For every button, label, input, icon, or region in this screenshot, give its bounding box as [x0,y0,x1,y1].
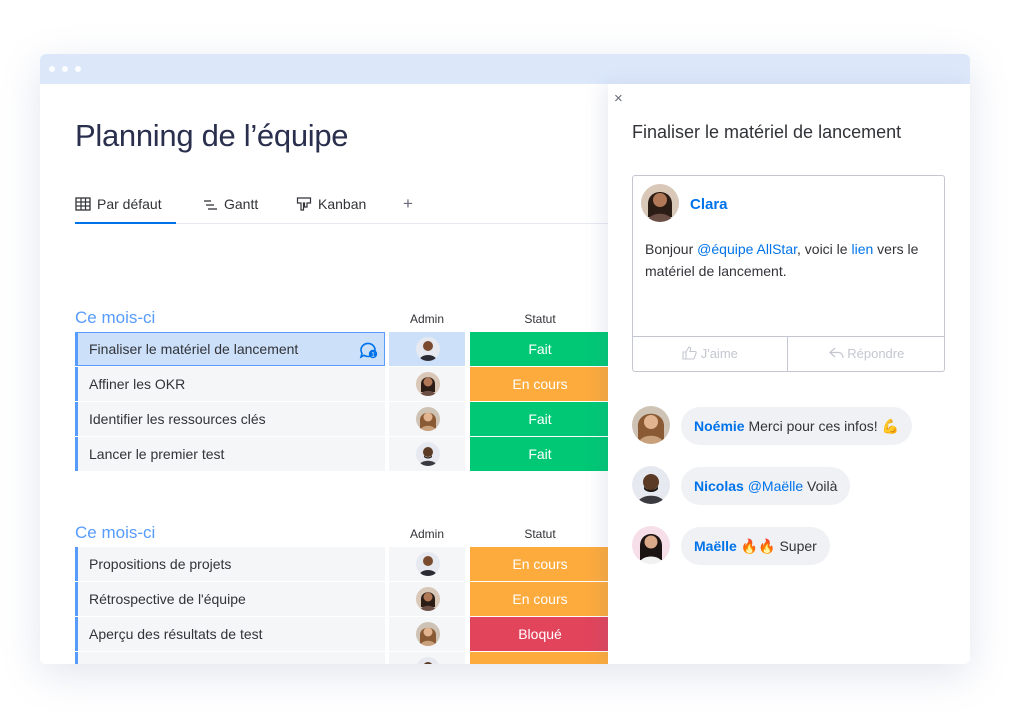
reply-icon [828,347,844,359]
status-cell[interactable]: Fait [470,332,610,366]
status-cell[interactable]: En cours [470,367,610,401]
item-name[interactable]: Finaliser le matériel de lancement 1 [75,332,385,366]
item-name[interactable]: Aperçu des résultats de test [75,617,385,651]
reply-author[interactable]: Maëlle [694,538,737,554]
add-view-button[interactable]: + [403,194,413,222]
status-cell[interactable]: En cours [470,547,610,581]
window-dot [49,66,55,72]
item-updates-panel: × Finaliser le matériel de lancement Cla… [608,84,970,664]
tab-gantt[interactable]: Gantt [202,196,258,224]
panel-title: Finaliser le matériel de lancement [632,122,902,142]
avatar [641,184,679,222]
window-dot [75,66,81,72]
admin-cell[interactable] [389,437,465,471]
item-name[interactable]: Affiner les OKR [75,367,385,401]
thumbs-up-icon [682,346,697,360]
status-cell[interactable]: Fait [470,402,610,436]
window-titlebar [40,54,970,84]
status-cell[interactable]: En cours [470,652,610,664]
close-icon[interactable]: × [614,90,623,107]
tab-label: Gantt [224,196,259,212]
status-cell[interactable]: Fait [470,437,610,471]
item-name[interactable]: Identifier les ressources clés [75,402,385,436]
item-name[interactable]: Propositions de projets [75,547,385,581]
status-cell[interactable]: Bloqué [470,617,610,651]
conversation-icon[interactable]: 1 [358,340,378,360]
update-post: Clara Bonjour @équipe AllStar, voici le … [632,175,945,372]
reply-author[interactable]: Nicolas [694,478,744,494]
reply-button[interactable]: Répondre [789,337,944,371]
plus-icon: + [403,194,413,213]
reply-bubble: Noémie Merci pour ces infos! 💪 [681,407,912,445]
admin-cell[interactable] [389,652,465,664]
column-header-admin: Admin [409,312,444,326]
group-title[interactable]: Ce mois-ci [75,523,155,543]
admin-cell[interactable] [389,332,465,366]
avatar [416,407,440,431]
avatar [416,587,440,611]
avatar [416,552,440,576]
admin-cell[interactable] [389,367,465,401]
admin-cell[interactable] [389,582,465,616]
status-cell[interactable]: En cours [470,582,610,616]
column-header-admin: Admin [409,527,444,541]
column-header-status: Statut [524,527,556,541]
tab-label: Kanban [318,196,367,212]
kanban-icon [296,197,312,211]
avatar [416,622,440,646]
mention-link[interactable]: @équipe AllStar [697,241,797,257]
admin-cell[interactable] [389,402,465,436]
avatar [632,466,670,504]
avatar [416,657,440,664]
group-title[interactable]: Ce mois-ci [75,308,155,328]
reply-author[interactable]: Noémie [694,418,745,434]
tab-par-defaut[interactable]: Par défaut [75,196,176,224]
window-dot [62,66,68,72]
page-title: Planning de l’équipe [75,118,349,153]
tab-label: Par défaut [97,196,162,212]
avatar [416,442,440,466]
item-name[interactable]: Projet 123 soleil [75,652,385,664]
post-body: Bonjour @équipe AllStar, voici le lien v… [645,241,919,279]
mention-link[interactable]: @Maëlle [748,478,803,494]
avatar [416,337,440,361]
gantt-icon [204,200,217,210]
reply-bubble: Nicolas @Maëlle Voilà [681,467,851,505]
like-button[interactable]: J'aime [633,337,788,371]
content-link[interactable]: lien [851,241,873,257]
table-icon [75,197,91,211]
avatar [632,526,670,564]
admin-cell[interactable] [389,547,465,581]
post-author[interactable]: Clara [690,196,728,213]
view-tabs: Par défaut Gantt Kanban + [75,194,610,224]
tab-kanban[interactable]: Kanban [296,196,366,224]
reply-bubble: Maëlle 🔥🔥 Super [681,527,830,565]
avatar [632,406,670,444]
app-window: Planning de l’équipe Par défaut Gantt Ka… [40,54,970,664]
avatar [416,372,440,396]
post-actions: J'aime Répondre [633,336,944,371]
admin-cell[interactable] [389,617,465,651]
board: Planning de l’équipe Par défaut Gantt Ka… [40,84,610,664]
column-header-status: Statut [524,312,556,326]
item-name[interactable]: Lancer le premier test [75,437,385,471]
item-name[interactable]: Rétrospective de l'équipe [75,582,385,616]
